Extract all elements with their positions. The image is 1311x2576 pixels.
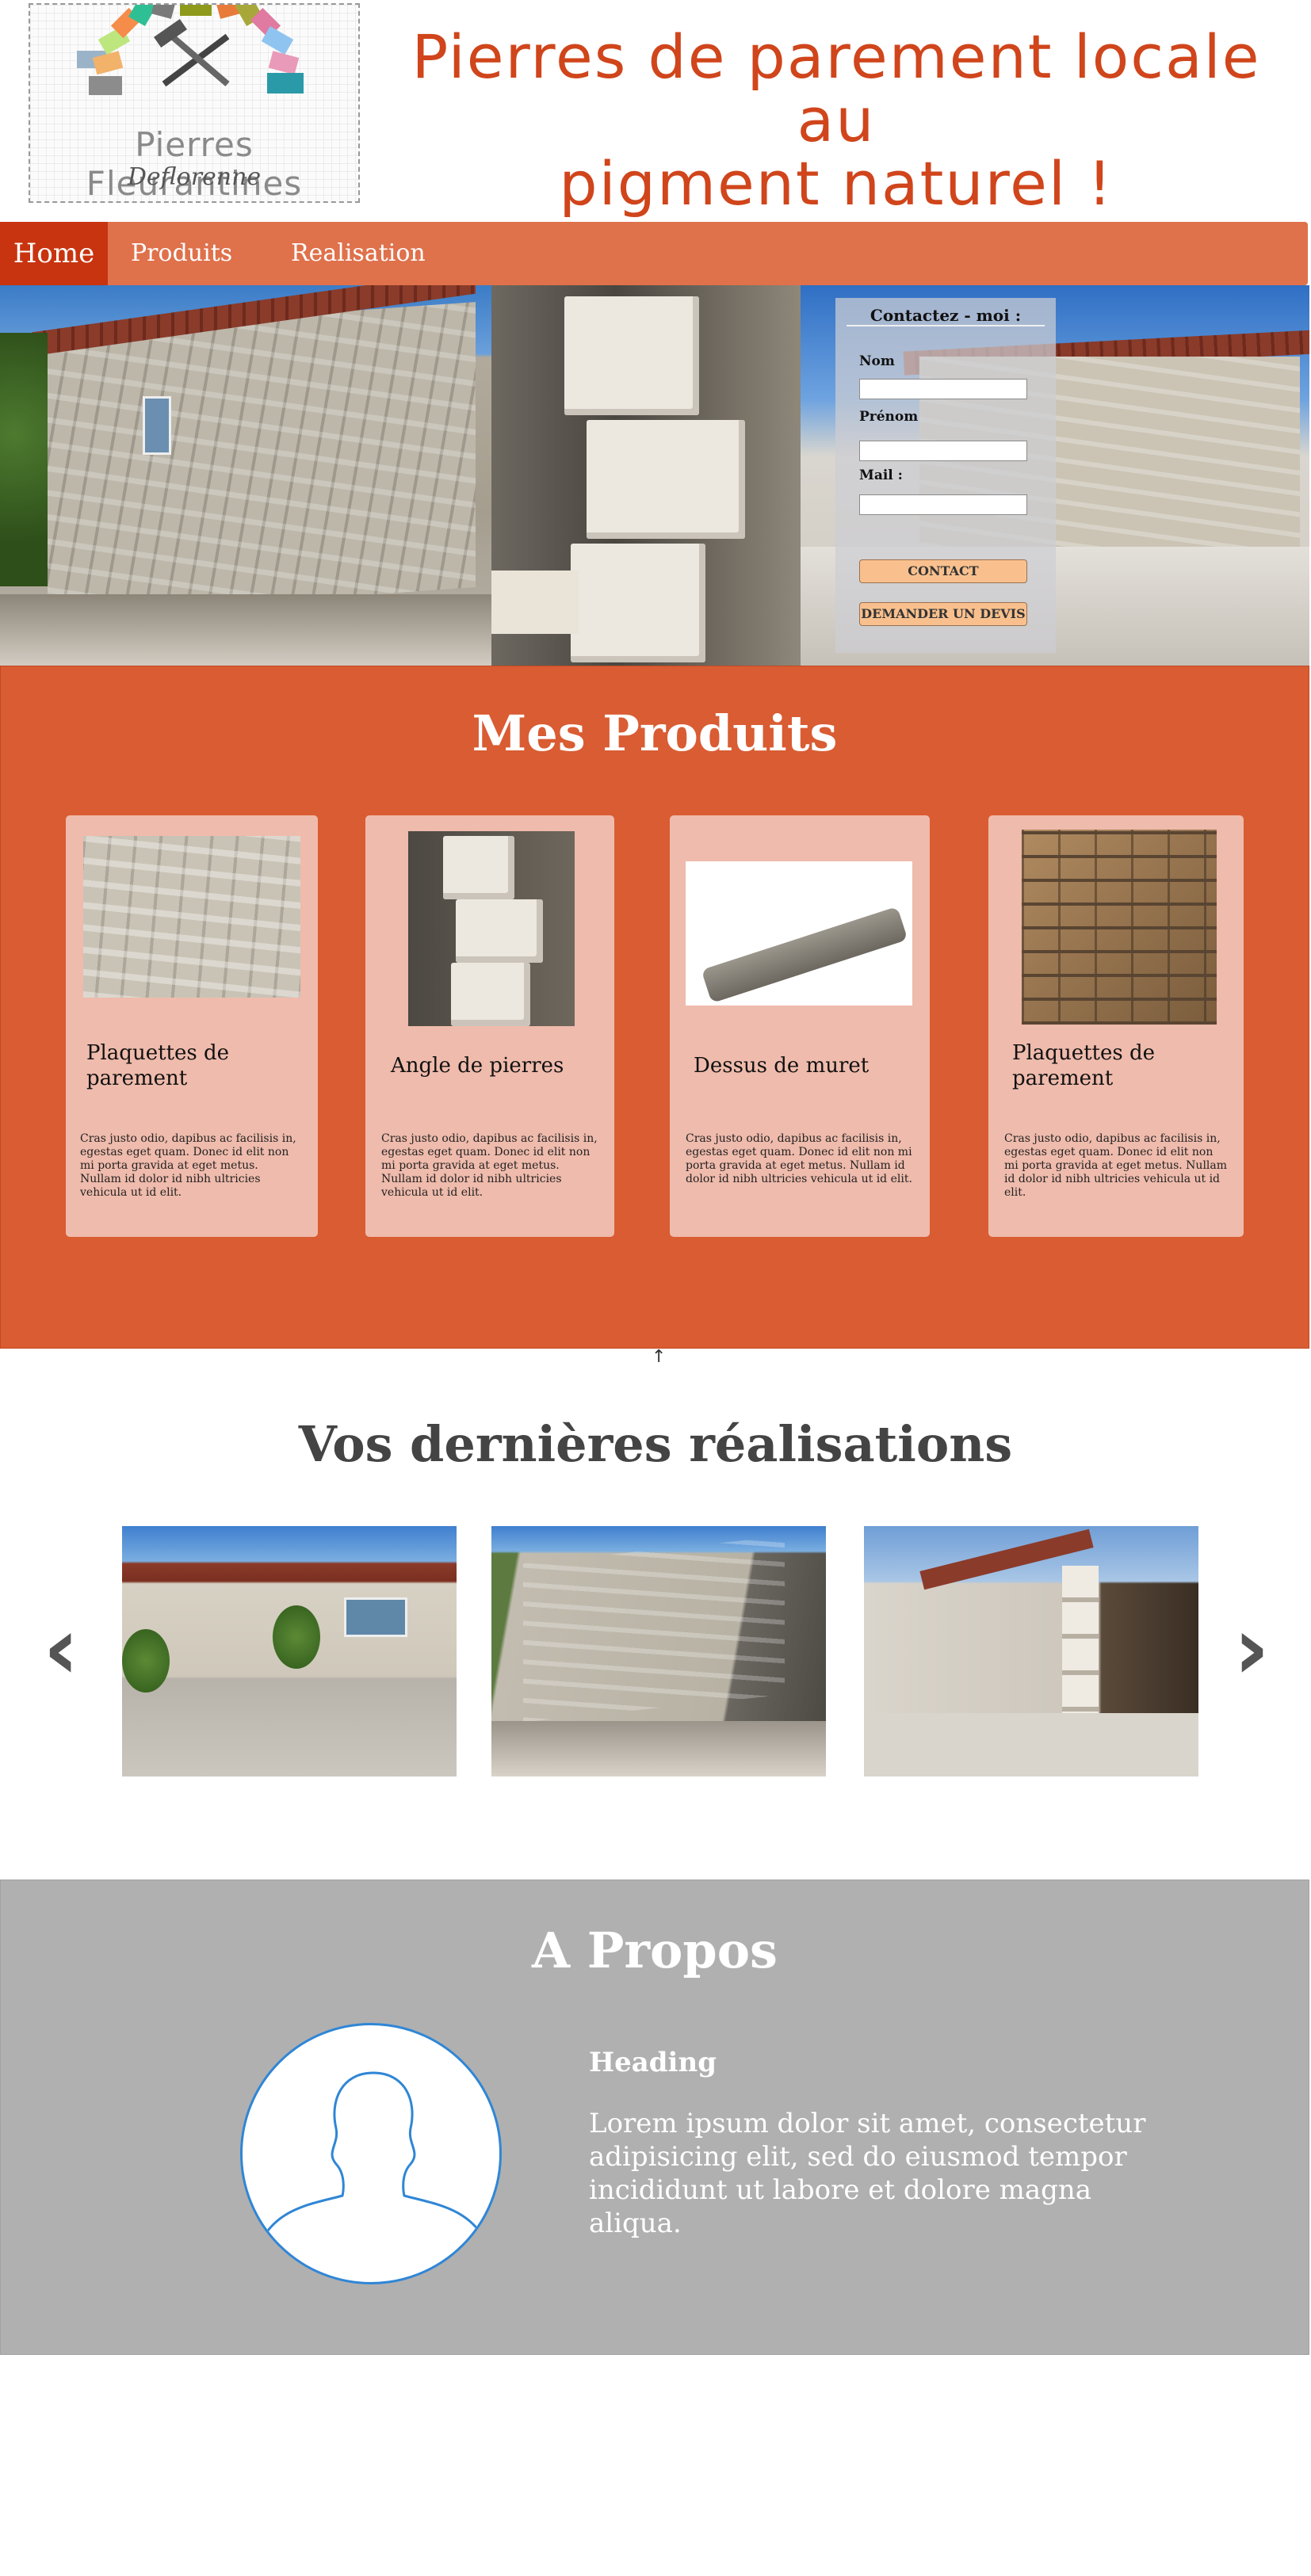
scroll-top-arrow-icon[interactable]: ↑ <box>652 1347 666 1367</box>
about-title: A Propos <box>532 1922 778 1979</box>
nom-label: Nom <box>859 353 895 369</box>
tagline-line-1: Pierres de parement locale au <box>411 21 1261 155</box>
product-card-text: Cras justo odio, dapibus ac facilisis in… <box>80 1132 296 1199</box>
product-image-plaquettes-bois <box>1022 830 1217 1025</box>
contact-button[interactable]: CONTACT <box>859 559 1027 583</box>
products-title: Mes Produits <box>472 704 838 762</box>
realisation-image[interactable] <box>864 1526 1198 1776</box>
product-card-text: Cras justo odio, dapibus ac facilisis in… <box>1004 1132 1228 1199</box>
prenom-label: Prénom <box>859 409 919 425</box>
site-tagline: Pierres de parement locale au pigment na… <box>373 25 1300 216</box>
chevron-left-icon[interactable]: ‹ <box>33 1605 89 1692</box>
user-silhouette-icon <box>257 2071 490 2248</box>
prenom-input[interactable] <box>859 441 1027 461</box>
mail-input[interactable] <box>859 494 1027 515</box>
nav-item-realisation[interactable]: Realisation <box>291 222 426 285</box>
about-heading: Heading <box>589 2047 717 2078</box>
contact-form-title: Contactez - moi : <box>870 306 1022 325</box>
product-card-title: Plaquettes de parement <box>1012 1041 1156 1090</box>
mail-label: Mail : <box>859 467 903 483</box>
product-card[interactable]: Angle de pierres Cras justo odio, dapibu… <box>365 815 614 1237</box>
realisation-image[interactable] <box>491 1526 826 1776</box>
logo-subtitle: Deflorenne <box>127 163 262 191</box>
product-card-text: Cras justo odio, dapibus ac facilisis in… <box>381 1132 598 1199</box>
product-card-text: Cras justo odio, dapibus ac facilisis in… <box>686 1132 912 1185</box>
site-logo[interactable]: Pierres Fleurantines Deflorenne <box>29 3 360 203</box>
about-paragraph: Lorem ipsum dolor sit amet, consectetur … <box>589 2108 1146 2239</box>
realisation-image[interactable] <box>122 1526 457 1776</box>
nav-item-produits[interactable]: Produits <box>131 222 232 285</box>
chevron-right-icon[interactable]: › <box>1224 1605 1279 1692</box>
contact-form: Contactez - moi : Nom Prénom Mail : CONT… <box>835 298 1056 653</box>
product-card[interactable]: Dessus de muret Cras justo odio, dapibus… <box>670 815 930 1237</box>
product-card-title: Plaquettes de parement <box>86 1041 230 1090</box>
contact-divider <box>847 325 1045 326</box>
hero-image-stone-wall <box>0 285 491 666</box>
main-navbar: Home Produits Realisation <box>0 222 1308 285</box>
product-card[interactable]: Plaquettes de parement Cras justo odio, … <box>66 815 318 1237</box>
product-image-muret <box>686 861 912 1006</box>
product-card[interactable]: Plaquettes de parement Cras justo odio, … <box>988 815 1244 1237</box>
hero-banner <box>0 285 1309 666</box>
about-section: A Propos Heading Lorem ipsum dolor sit a… <box>0 1880 1309 2355</box>
product-image-plaquettes <box>83 836 300 998</box>
request-quote-button[interactable]: DEMANDER UN DEVIS <box>859 602 1027 626</box>
hero-image-corner-stones <box>491 285 801 666</box>
logo-arch-icon <box>77 5 304 95</box>
product-image-angle <box>408 831 575 1026</box>
product-card-title: Dessus de muret <box>694 1054 870 1078</box>
products-section: Mes Produits Plaquettes de parement Cras… <box>0 666 1309 1349</box>
product-card-title: Angle de pierres <box>391 1054 564 1078</box>
tagline-line-2: pigment naturel ! <box>559 148 1114 219</box>
realisations-title: Vos dernières réalisations <box>298 1415 1013 1473</box>
avatar <box>240 2023 502 2284</box>
nom-input[interactable] <box>859 379 1027 399</box>
nav-item-home[interactable]: Home <box>0 222 108 285</box>
